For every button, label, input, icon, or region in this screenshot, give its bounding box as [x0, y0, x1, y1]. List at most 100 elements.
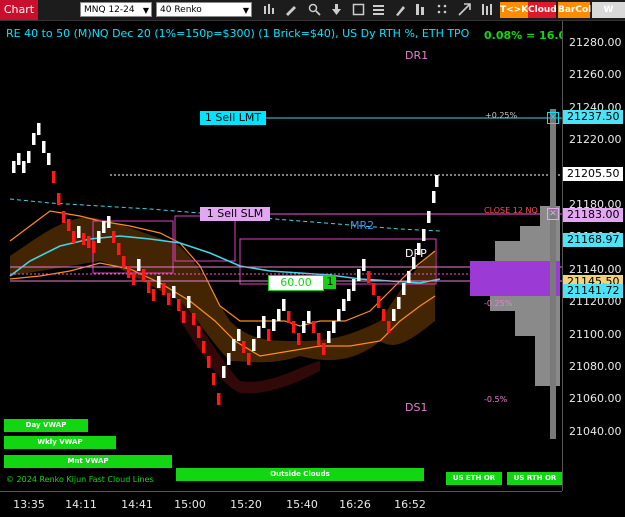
renko-brick — [62, 211, 66, 223]
renko-brick — [297, 333, 301, 345]
magnify-icon[interactable] — [308, 3, 321, 16]
renko-brick — [282, 299, 286, 311]
order-list-icon[interactable] — [372, 3, 385, 16]
time-tick-label: 13:35 — [13, 498, 45, 511]
renko-brick — [327, 331, 331, 343]
renko-brick — [27, 151, 31, 163]
toggle-barcol-button[interactable]: BarCol — [558, 2, 591, 18]
renko-brick — [67, 219, 71, 231]
renko-brick — [287, 311, 291, 323]
down-arrow-icon[interactable] — [330, 3, 343, 16]
close-label: CLOSE 12 NQ — [484, 206, 538, 215]
us-eth-or-button[interactable]: US ETH OR — [446, 472, 502, 485]
renko-brick — [127, 266, 131, 278]
bar-type-selector[interactable]: 40 Renko ▼ — [156, 2, 252, 17]
renko-brick — [72, 231, 76, 243]
renko-brick — [107, 216, 111, 228]
time-tick-label: 15:20 — [230, 498, 262, 511]
renko-brick — [52, 171, 56, 183]
mnt-vwap-button[interactable]: Mnt VWAP — [4, 455, 172, 468]
ds1-label: DS1 — [405, 401, 428, 414]
sell-slm-order[interactable]: 1 Sell SLM — [200, 207, 270, 221]
toggle-cloud-button[interactable]: Cloud — [528, 2, 557, 18]
renko-brick — [97, 231, 101, 243]
renko-brick — [272, 319, 276, 331]
instrument-selector[interactable]: MNQ 12-24 ▼ — [80, 2, 152, 17]
sell-lmt-order[interactable]: 1 Sell LMT — [200, 111, 266, 125]
mr2-label: MR2 — [350, 219, 375, 232]
price-marker-label: 21141.72 — [563, 284, 623, 298]
renko-brick — [162, 283, 166, 295]
renko-brick — [342, 299, 346, 311]
order-price-box[interactable]: 60.00 — [268, 275, 324, 291]
box-icon[interactable] — [352, 3, 365, 16]
renko-brick — [407, 271, 411, 283]
us-rth-or-button[interactable]: US RTH OR — [507, 472, 563, 485]
arrow-icon[interactable] — [458, 3, 471, 16]
brush-icon[interactable] — [394, 3, 407, 16]
renko-brick — [32, 133, 36, 145]
minus-pct-label: -0.25% — [484, 299, 513, 308]
bars-icon[interactable] — [262, 3, 275, 16]
draw-pencil-icon[interactable] — [284, 3, 297, 16]
bar-type-value: 40 Renko — [160, 5, 202, 15]
renko-brick — [137, 259, 141, 271]
price-axis[interactable]: 21280.0021260.0021240.0021220.0021200.00… — [562, 21, 625, 491]
outside-clouds-button[interactable]: Outside Clouds — [176, 468, 424, 481]
price-tick-label: 21040.00 — [569, 424, 622, 438]
renko-brick — [37, 123, 41, 135]
renko-brick — [337, 309, 341, 321]
renko-brick — [227, 353, 231, 365]
renko-brick — [192, 313, 196, 325]
renko-brick — [422, 229, 426, 241]
renko-brick — [57, 193, 61, 205]
renko-brick — [87, 236, 91, 248]
renko-brick — [427, 211, 431, 223]
time-tick-label: 16:52 — [394, 498, 426, 511]
renko-brick — [292, 321, 296, 333]
toggle-w-vwap-button[interactable]: W VWAP — [592, 2, 625, 31]
wkly-vwap-button[interactable]: Wkly VWAP — [4, 436, 116, 449]
renko-brick — [132, 273, 136, 285]
price-marker-label: 21205.50 — [563, 167, 623, 181]
renko-brick — [352, 279, 356, 291]
dot-grid-icon[interactable] — [436, 3, 449, 16]
renko-brick — [102, 221, 106, 233]
renko-brick — [112, 231, 116, 243]
close-icon[interactable]: ✕ — [547, 112, 559, 124]
price-marker-label: 21183.00 — [563, 208, 623, 222]
renko-brick — [222, 366, 226, 378]
chart-plot-area[interactable]: RE 40 to 50 (M)NQ Dec 20 (1%=150p=$300) … — [0, 21, 574, 491]
tpo-profile — [470, 109, 560, 439]
renko-brick — [17, 153, 21, 165]
bars-icon[interactable] — [480, 3, 493, 16]
renko-brick — [182, 311, 186, 323]
close-icon[interactable]: ✕ — [547, 208, 559, 220]
renko-brick — [377, 296, 381, 308]
time-tick-label: 15:40 — [286, 498, 318, 511]
renko-brick — [392, 309, 396, 321]
renko-brick — [177, 299, 181, 311]
renko-brick — [397, 297, 401, 309]
time-axis[interactable]: 13:35 14:11 14:41 15:00 15:20 15:40 16:26 16:52 — [0, 491, 562, 517]
stack-icon[interactable] — [414, 3, 427, 16]
renko-brick — [372, 283, 376, 295]
chart-tab[interactable]: Chart — [0, 0, 38, 20]
renko-brick — [207, 356, 211, 368]
renko-brick — [232, 339, 236, 351]
renko-brick — [77, 226, 81, 238]
renko-brick — [242, 341, 246, 353]
renko-brick — [277, 309, 281, 321]
renko-brick — [382, 309, 386, 321]
renko-brick — [347, 289, 351, 301]
renko-brick — [12, 161, 16, 173]
toggle-t-k-button[interactable]: T<>K — [500, 2, 528, 18]
renko-brick — [362, 259, 366, 271]
renko-brick — [152, 289, 156, 301]
order-qty-box[interactable]: 1 — [324, 275, 336, 289]
price-tick-label: 21220.00 — [569, 133, 622, 147]
day-vwap-button[interactable]: Day VWAP — [4, 419, 88, 432]
price-marker-label: 21237.50 — [563, 110, 623, 124]
renko-brick — [322, 343, 326, 355]
renko-brick — [47, 153, 51, 165]
